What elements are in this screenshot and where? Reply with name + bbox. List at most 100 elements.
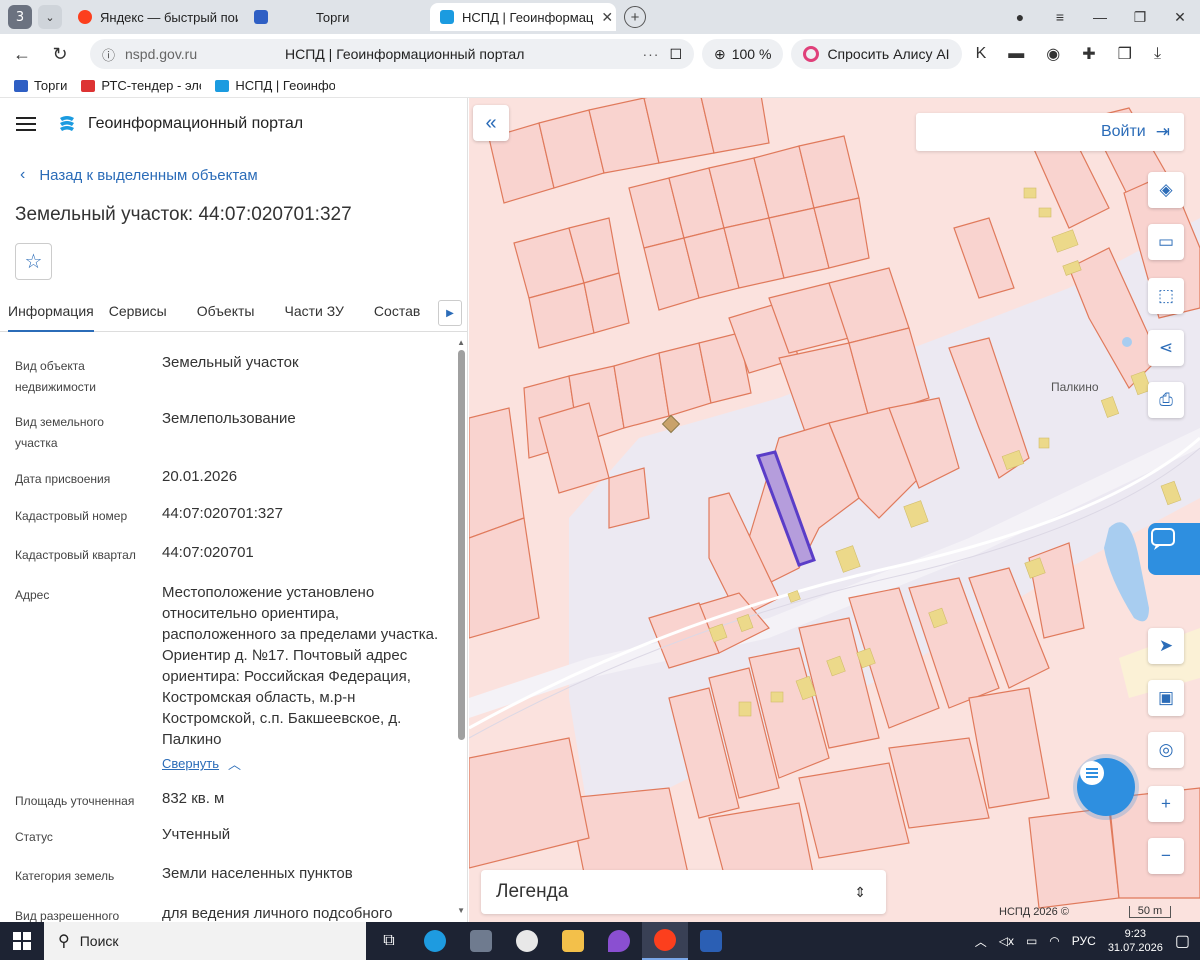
drop-icon [608,930,630,952]
extension-target-icon[interactable]: ◉ [1046,44,1060,64]
more-icon[interactable]: ··· [642,46,659,62]
tab-services[interactable]: Сервисы [109,296,182,332]
taskbar-yandex[interactable] [642,922,688,960]
menu-icon[interactable]: ≡ [1040,9,1080,25]
emblem-icon [254,10,268,24]
attr-key: Кадастровый квартал [15,548,136,562]
wifi-icon[interactable]: ◠ [1049,934,1059,948]
tab-yandex[interactable]: Яндекс — быстрый поиск [68,3,238,31]
network-icon[interactable]: ▭ [1026,934,1037,948]
bookmark-rts[interactable]: РТС-тендер - эле [81,78,201,93]
zoom-button[interactable]: ⊕ 100 % [702,39,784,69]
taskbar-calculator[interactable] [458,922,504,960]
close-icon[interactable]: ✕ [593,9,613,26]
minimize-icon[interactable]: — [1080,9,1120,25]
expand-icon[interactable]: ⇕ [854,884,866,901]
alice-button[interactable]: Спросить Алису AI [791,39,962,69]
tab-torgi[interactable]: Торги [244,3,424,31]
chevron-up-icon[interactable]: ︿ [975,933,987,950]
reload-icon[interactable]: ↻ [44,44,76,65]
menu-icon[interactable] [16,117,36,131]
attr-key: Статус [15,830,53,844]
tab-nspd[interactable]: НСПД | Геоинформац ✕ [430,3,616,31]
share-button[interactable]: ⋖ [1148,330,1184,366]
scrollbar[interactable] [458,350,465,740]
back-label: Назад к выделенным объектам [39,166,258,184]
locate-button[interactable]: ➤ [1148,628,1184,664]
app-c-icon [516,930,538,952]
chevron-up-icon[interactable]: ︿ [228,754,241,773]
bookmark-torgi[interactable]: Торги [14,78,67,93]
portal-logo-icon [60,116,74,131]
nspd-icon [440,10,454,24]
start-button[interactable] [0,922,44,960]
extensions: K ▬ ◉ ✚ ❒ ⤓ [976,44,1161,64]
taskbar-edge[interactable] [412,922,458,960]
legend-label: Легенда [496,881,569,902]
taskbar-word[interactable] [688,922,734,960]
back-link[interactable]: ‹ Назад к выделенным объектам [20,166,258,184]
rts-icon [81,79,96,92]
select-area-button[interactable]: ⬚ [1148,278,1184,314]
tab-dropdown-icon[interactable]: ⌄ [38,5,62,29]
attr-value: Местоположение установлено относительно … [162,584,439,748]
bookmarks-bar: Торги РТС-тендер - эле НСПД | Геоинфор [0,74,1200,98]
collapse-panel-button[interactable]: « [473,105,509,141]
taskbar-app-c[interactable] [504,922,550,960]
login-button[interactable]: Войти ⇥ [916,113,1184,151]
clock[interactable]: 9:23 31.07.2026 [1108,927,1163,955]
ruler-icon: ▭ [1157,232,1175,251]
bookmark-icon[interactable]: ☐ [669,46,682,63]
search-location-button[interactable]: ◎ [1148,732,1184,768]
print-button[interactable]: ⎙ [1148,382,1184,418]
taskbar-app-drop[interactable] [596,922,642,960]
volume-icon[interactable]: ◁x [999,934,1014,948]
maximize-icon[interactable]: ❐ [1120,9,1160,26]
new-tab-button[interactable]: + [624,6,646,28]
tabs-scroll-right-icon[interactable]: ▶ [438,300,462,326]
scroll-down-icon[interactable]: ▼ [457,906,465,915]
zoom-out-button[interactable]: − [1148,838,1184,874]
attr-key: Вид разрешенного [15,909,120,922]
bookmark-nspd[interactable]: НСПД | Геоинфор [215,78,335,93]
measure-button[interactable]: ▭ [1148,224,1184,260]
site-info-icon[interactable]: ⓘ [102,45,115,64]
layers-button[interactable]: ◈ [1148,172,1184,208]
tab-counter[interactable]: 3 [8,5,32,29]
extension-hat-icon[interactable]: ▬ [1008,45,1024,63]
url-field[interactable]: ⓘ nspd.gov.ru НСПД | Геоинформационный п… [90,39,694,69]
favorite-button[interactable]: ☆ [15,243,52,280]
chat-assistant-button[interactable] [1077,758,1135,816]
profile-icon[interactable]: ● [1000,9,1040,25]
extension-k-icon[interactable]: K [976,45,987,63]
panel-tabs: Информация Сервисы Объекты Части ЗУ Сост… [0,296,467,332]
close-window-icon[interactable]: ✕ [1160,9,1200,26]
map-view[interactable]: « Войти ⇥ ◈ ▭ ⬚ ⋖ ⎙ ➤ ▣ ◎ + − Палкино Ле… [469,98,1200,922]
tab-label: Яндекс — быстрый поиск [100,9,238,25]
zoom-in-button[interactable]: + [1148,786,1184,822]
search-label: Поиск [79,933,119,949]
scroll-up-icon[interactable]: ▲ [457,338,465,347]
extensions-icon[interactable]: ✚ [1082,44,1095,64]
nspd-icon [215,79,230,92]
tab-composition[interactable]: Состав [359,296,435,332]
collapse-link[interactable]: Свернуть [162,756,219,771]
system-tray: ︿ ◁x ▭ ◠ РУС 9:23 31.07.2026 ▢ [975,922,1190,960]
taskbar-explorer[interactable] [550,922,596,960]
minimap-button[interactable]: ▣ [1148,680,1184,716]
word-icon [700,930,722,952]
plus-icon: + [1161,794,1171,813]
collections-icon[interactable]: ❒ [1118,44,1132,64]
download-icon[interactable]: ⤓ [1154,45,1161,63]
tab-info[interactable]: Информация [8,296,94,332]
back-arrow-icon[interactable]: ← [6,44,38,65]
tab-parts[interactable]: Части ЗУ [269,296,358,332]
notifications-icon[interactable]: ▢ [1175,931,1190,951]
tab-objects[interactable]: Объекты [182,296,270,332]
taskbar-search[interactable]: ⚲ Поиск [44,922,366,960]
task-view-button[interactable]: ⧉ [366,922,412,960]
language-indicator[interactable]: РУС [1072,934,1096,948]
legend-panel[interactable]: Легенда ⇕ [481,870,886,914]
chat-side-button[interactable] [1148,523,1200,575]
browser-tab-bar: 3 ⌄ Яндекс — быстрый поиск Торги НСПД | … [0,0,1200,34]
